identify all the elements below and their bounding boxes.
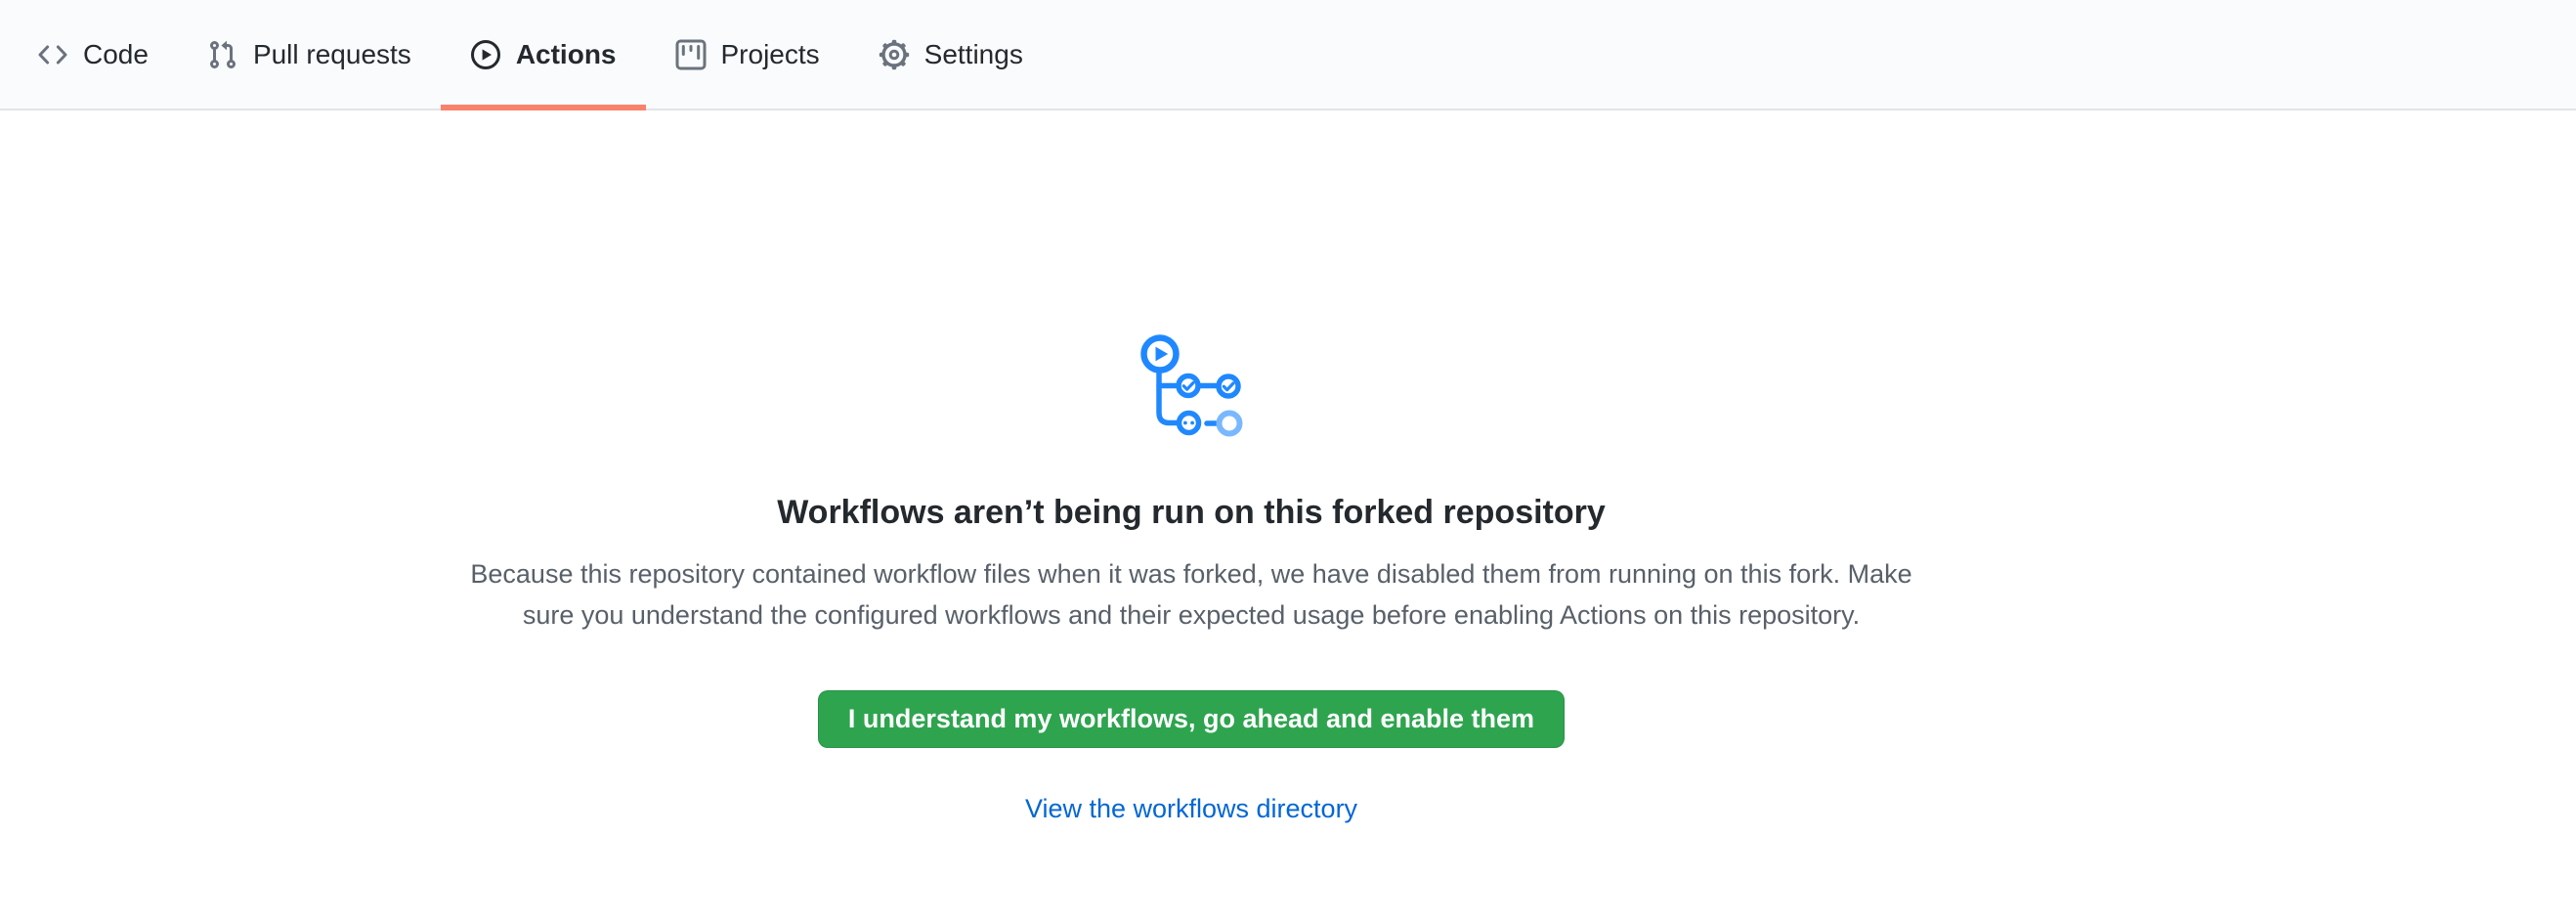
project-board-icon [675, 39, 707, 70]
tab-code[interactable]: Code [8, 0, 178, 109]
view-workflows-directory-link[interactable]: View the workflows directory [1025, 794, 1357, 824]
play-circle-icon [470, 39, 501, 70]
tab-settings[interactable]: Settings [849, 0, 1052, 109]
tab-projects[interactable]: Projects [646, 0, 849, 109]
tab-label: Settings [924, 41, 1023, 68]
tab-label: Projects [721, 41, 820, 68]
actions-blank-slate: Workflows aren’t being run on this forke… [0, 110, 2383, 824]
page-title: Workflows aren’t being run on this forke… [777, 492, 1606, 534]
git-pull-request-icon [207, 39, 238, 70]
tab-label: Pull requests [253, 41, 411, 68]
description-line-1: Because this repository contained workfl… [470, 553, 1911, 594]
description-line-2: sure you understand the configured workf… [470, 594, 1911, 636]
description: Because this repository contained workfl… [470, 553, 1911, 636]
tab-label: Actions [516, 41, 617, 68]
workflow-graph-icon [1136, 332, 1247, 445]
gear-icon [879, 39, 910, 70]
tab-label: Code [83, 41, 149, 68]
code-icon [37, 39, 68, 70]
tab-actions[interactable]: Actions [441, 0, 646, 109]
repo-nav: Code Pull requests Actions [0, 0, 2576, 110]
tab-pull-requests[interactable]: Pull requests [178, 0, 441, 109]
enable-workflows-button[interactable]: I understand my workflows, go ahead and … [818, 690, 1565, 748]
